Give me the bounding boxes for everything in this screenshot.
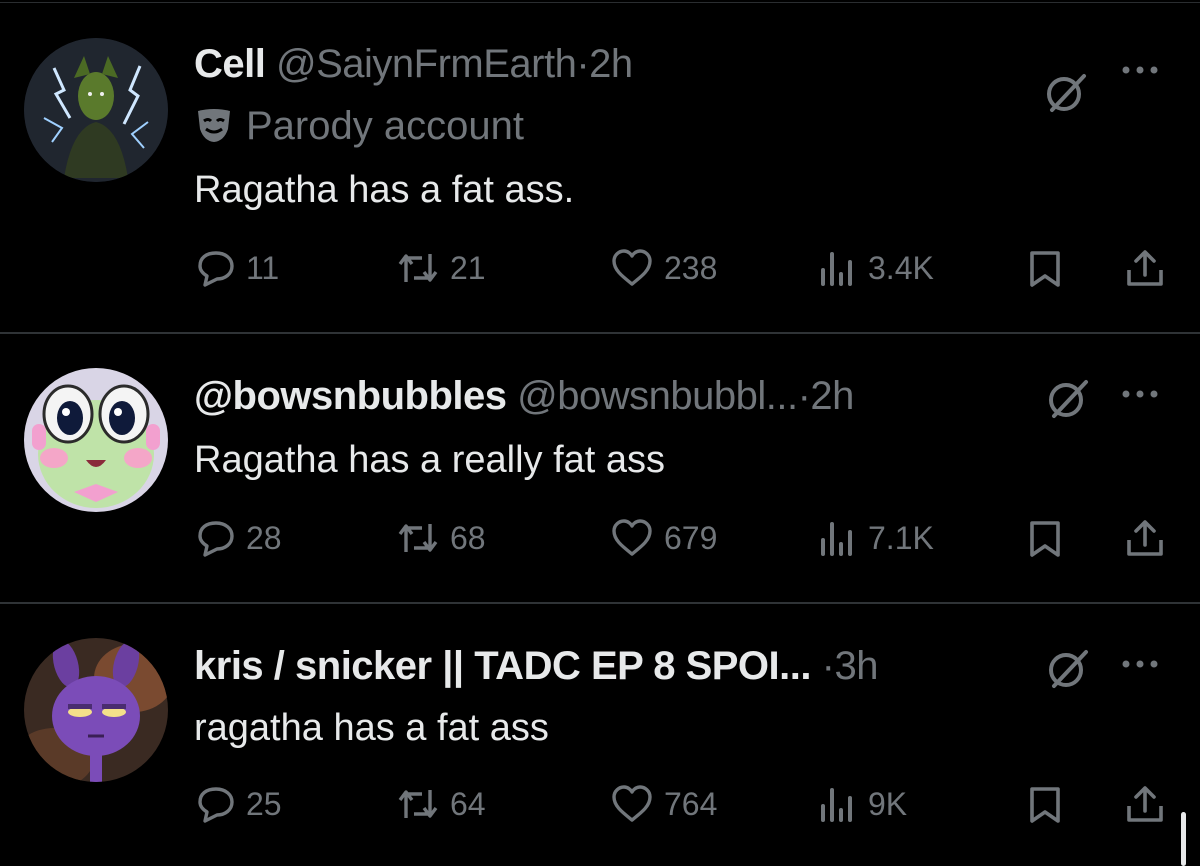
reply-button[interactable]: 11 <box>196 248 279 288</box>
heart-icon <box>612 519 652 556</box>
heart-icon <box>612 249 652 286</box>
share-icon[interactable] <box>1124 518 1166 558</box>
views-icon <box>821 788 852 822</box>
repost-count: 68 <box>450 519 486 556</box>
user-handle[interactable]: @bowsnbubbl... <box>517 374 798 418</box>
tweet-header: @bowsnbubbles @bowsnbubbl...·2h <box>194 372 854 420</box>
like-count: 238 <box>664 249 718 286</box>
tweet-text: Ragatha has a fat ass. <box>194 169 575 211</box>
repost-icon <box>398 524 438 552</box>
like-count: 679 <box>664 519 718 556</box>
reply-count: 28 <box>246 519 282 556</box>
avatar[interactable] <box>24 638 168 782</box>
view-count: 3.4K <box>868 249 934 286</box>
more-icon[interactable] <box>1118 654 1162 674</box>
timestamp[interactable]: 2h <box>810 374 854 418</box>
reply-icon <box>198 787 234 823</box>
like-button[interactable]: 679 <box>610 518 717 558</box>
display-name[interactable]: kris / snicker || TADC EP 8 SPOI... <box>194 644 812 688</box>
tweet-header: kris / snicker || TADC EP 8 SPOI... ·3h <box>194 642 878 690</box>
like-button[interactable]: 238 <box>610 248 717 288</box>
more-icon[interactable] <box>1118 384 1162 404</box>
share-icon[interactable] <box>1124 784 1166 824</box>
share-icon[interactable] <box>1124 248 1166 288</box>
views-icon <box>821 252 852 286</box>
repost-button[interactable]: 21 <box>396 248 486 288</box>
tweet[interactable]: kris / snicker || TADC EP 8 SPOI... ·3h … <box>0 604 1200 866</box>
timestamp[interactable]: 2h <box>589 42 633 86</box>
avatar[interactable] <box>24 38 168 182</box>
separator: · <box>797 374 811 418</box>
grok-icon[interactable] <box>1046 376 1090 420</box>
views-button[interactable]: 7.1K <box>818 518 934 558</box>
grok-icon[interactable] <box>1044 70 1088 114</box>
view-count: 7.1K <box>868 519 934 556</box>
parody-label: Parody account <box>194 102 524 150</box>
avatar[interactable] <box>24 368 168 512</box>
tweet[interactable]: @bowsnbubbles @bowsnbubbl...·2h Ragatha … <box>0 334 1200 604</box>
display-name[interactable]: @bowsnbubbles <box>194 374 507 418</box>
bookmark-icon[interactable] <box>1028 250 1062 288</box>
views-icon <box>821 522 852 556</box>
display-name[interactable]: Cell <box>194 42 266 86</box>
bookmark-icon[interactable] <box>1028 786 1062 824</box>
views-button[interactable]: 3.4K <box>818 248 934 288</box>
timestamp[interactable]: 3h <box>834 644 878 688</box>
heart-icon <box>612 785 652 822</box>
reply-button[interactable]: 28 <box>196 518 282 558</box>
like-count: 764 <box>664 785 718 822</box>
reply-button[interactable]: 25 <box>196 784 282 824</box>
grok-icon[interactable] <box>1046 646 1090 690</box>
reply-count: 25 <box>246 785 282 822</box>
separator: · <box>576 42 590 86</box>
view-count: 9K <box>868 785 908 822</box>
reply-icon <box>198 251 234 287</box>
views-button[interactable]: 9K <box>818 784 907 824</box>
like-button[interactable]: 764 <box>610 784 717 824</box>
reply-icon <box>198 521 234 557</box>
bookmark-icon[interactable] <box>1028 520 1062 558</box>
repost-count: 21 <box>450 249 486 286</box>
tweet[interactable]: Cell @SaiynFrmEarth·2h Parody account Ra… <box>0 0 1200 334</box>
repost-button[interactable]: 64 <box>396 784 486 824</box>
parody-text: Parody account <box>246 104 524 148</box>
parody-mask-icon <box>198 109 230 142</box>
separator: · <box>821 644 835 688</box>
repost-count: 64 <box>450 785 486 822</box>
reply-count: 11 <box>246 249 280 286</box>
tweet-text: ragatha has a fat ass <box>194 707 549 749</box>
repost-icon <box>398 254 438 282</box>
repost-icon <box>398 790 438 818</box>
repost-button[interactable]: 68 <box>396 518 486 558</box>
more-icon[interactable] <box>1118 60 1162 80</box>
tweet-header: Cell @SaiynFrmEarth·2h <box>194 40 633 88</box>
scrollbar[interactable] <box>1181 812 1186 866</box>
user-handle[interactable]: @SaiynFrmEarth <box>276 42 577 86</box>
tweet-text: Ragatha has a really fat ass <box>194 439 666 481</box>
